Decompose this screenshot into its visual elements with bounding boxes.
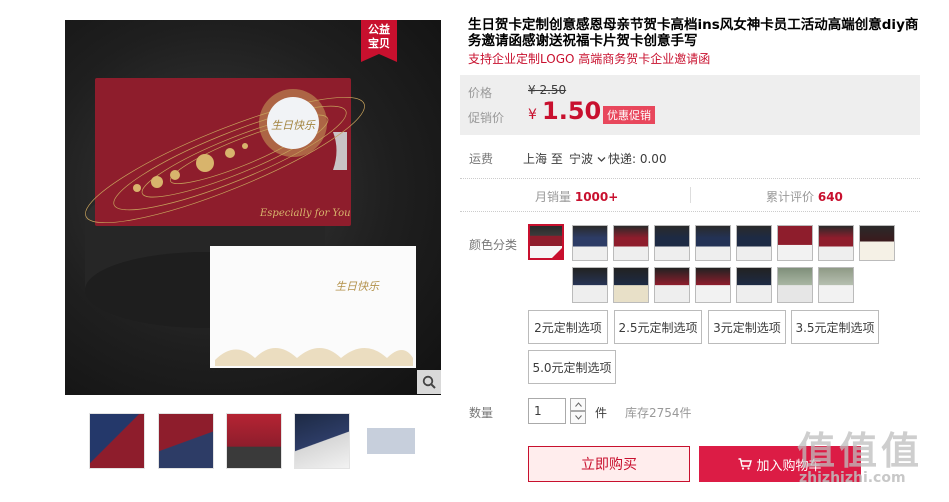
stock-count: 库存2754件 [625,406,692,420]
card-white-text: 生日快乐 [335,280,380,293]
color-swatch-9[interactable] [859,225,895,261]
charity-badge: 公益 宝贝 [361,20,397,62]
chevron-up-icon [574,402,582,407]
color-swatch-1[interactable] [528,224,564,260]
shipping-origin: 上海 至 [523,152,563,166]
custom-option-2-5[interactable]: 2.5元定制选项 [614,310,702,344]
custom-option-3[interactable]: 3元定制选项 [708,310,786,344]
thumbnail-strip [87,413,447,473]
card-medallion-text: 生日快乐 [271,119,316,132]
cart-icon [738,458,753,470]
monthly-sales: 月销量 1000+ [535,190,619,204]
product-title: 生日贺卡定制创意感恩母亲节贺卡高档ins风女神卡员工活动高端创意diy商务邀请函… [468,17,919,49]
color-swatch-3[interactable] [613,225,649,261]
shipping-destination: 宁波 [569,152,594,166]
product-subtitle: 支持企业定制LOGO 高端商务贺卡企业邀请函 [468,52,711,66]
color-swatch-14[interactable] [736,267,772,303]
color-swatch-12[interactable] [654,267,690,303]
color-swatch-11[interactable] [613,267,649,303]
color-swatch-16[interactable] [818,267,854,303]
stats-divider [690,187,691,203]
zoom-icon[interactable] [417,370,441,394]
color-swatch-2[interactable] [572,225,608,261]
color-swatch-10[interactable] [572,267,608,303]
color-swatch-6[interactable] [736,225,772,261]
shipping-label: 运费 [469,152,494,166]
thumbnail-2[interactable] [158,413,214,469]
review-count[interactable]: 累计评价 640 [766,188,843,205]
custom-option-2[interactable]: 2元定制选项 [528,310,608,344]
thumbnail-5[interactable] [363,413,419,469]
card-script-text: Especially for You [259,208,351,219]
color-swatch-5[interactable] [695,225,731,261]
promo-tag: 优惠促销 [603,106,655,124]
color-swatch-4[interactable] [654,225,690,261]
quantity-increase-button[interactable] [570,398,586,411]
currency-symbol: ¥ [528,107,537,123]
color-swatch-15[interactable] [777,267,813,303]
custom-option-3-5[interactable]: 3.5元定制选项 [791,310,879,344]
original-price: ¥ 2.50 [528,83,567,97]
color-label: 颜色分类 [469,238,518,252]
thumbnail-4[interactable] [294,413,350,469]
product-main-image[interactable]: 生日快乐 Especially for You 生日快乐 [65,20,441,395]
selected-check-icon [552,248,562,258]
quantity-label: 数量 [469,406,494,420]
thumbnail-3[interactable] [226,413,282,469]
chevron-down-icon [574,415,582,420]
shipping-destination-select[interactable]: 宁波 [569,150,606,167]
chevron-down-icon [597,157,606,162]
sales-stats: 月销量 1000+ 累计评价 640 [460,178,920,212]
thumbnail-1[interactable] [89,413,145,469]
buy-now-button[interactable]: 立即购买 [528,446,690,482]
site-watermark: 值值值 zhizhizhi.com [797,429,924,486]
quantity-input[interactable]: 1 [528,398,566,424]
promo-price-label: 促销价 [468,111,505,125]
custom-option-5[interactable]: 5.0元定制选项 [528,350,616,384]
price-label: 价格 [468,86,493,100]
color-swatch-7[interactable] [777,225,813,261]
color-swatch-8[interactable] [818,225,854,261]
quantity-decrease-button[interactable] [570,411,586,424]
shipping-fee: 快递: 0.00 [608,152,667,166]
quantity-unit: 件 [595,406,608,420]
color-swatch-13[interactable] [695,267,731,303]
current-price: 1.50 [542,97,602,125]
